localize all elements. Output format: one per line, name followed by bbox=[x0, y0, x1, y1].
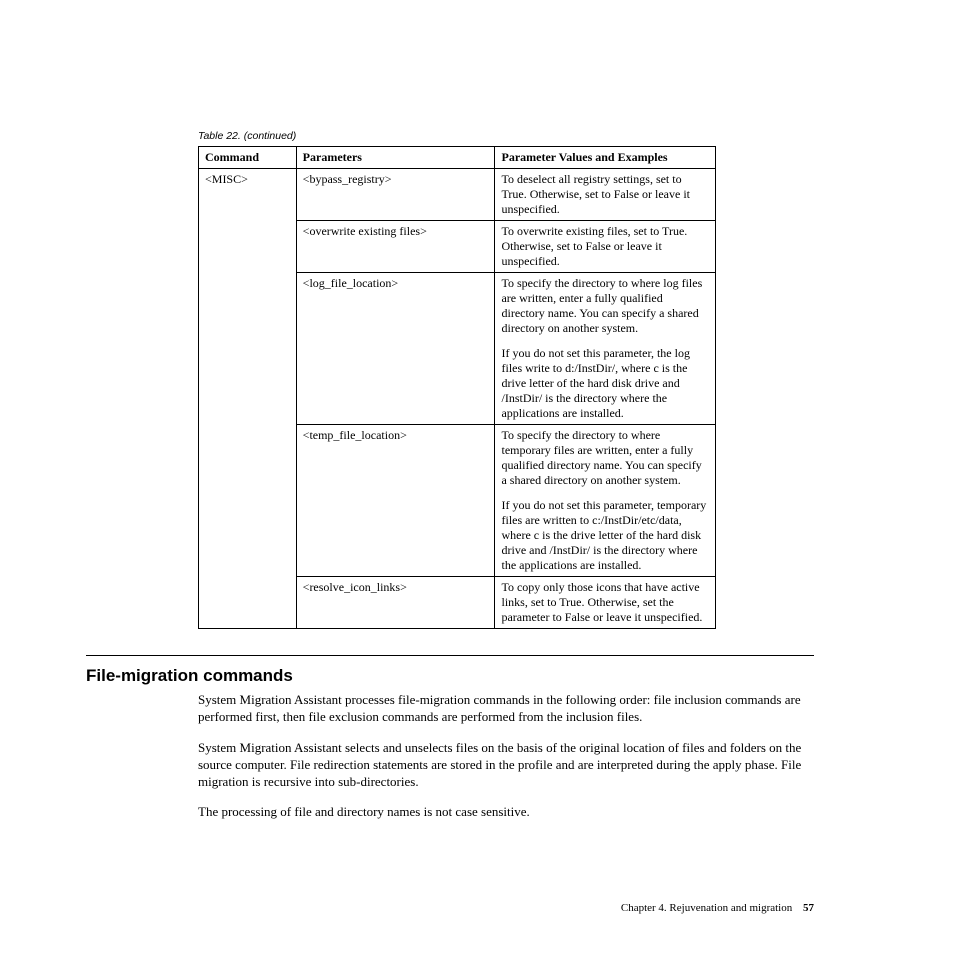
cell-param: <resolve_icon_links> bbox=[296, 577, 495, 629]
value-text: To overwrite existing files, set to True… bbox=[501, 224, 709, 269]
cell-param: <temp_file_location> bbox=[296, 425, 495, 577]
paragraph: System Migration Assistant processes fil… bbox=[198, 692, 814, 726]
cell-value: To overwrite existing files, set to True… bbox=[495, 221, 716, 273]
cell-command: <MISC> bbox=[199, 169, 297, 629]
cell-value: To specify the directory to where tempor… bbox=[495, 425, 716, 577]
section-heading: File-migration commands bbox=[86, 666, 814, 686]
value-text: To specify the directory to where tempor… bbox=[501, 428, 709, 488]
value-text: To deselect all registry settings, set t… bbox=[501, 172, 709, 217]
body-text: System Migration Assistant processes fil… bbox=[198, 692, 814, 821]
cell-value: To specify the directory to where log fi… bbox=[495, 273, 716, 425]
value-text: If you do not set this parameter, the lo… bbox=[501, 346, 709, 421]
header-command: Command bbox=[199, 147, 297, 169]
page-footer: Chapter 4. Rejuvenation and migration 57 bbox=[621, 902, 814, 914]
value-text: If you do not set this parameter, tempor… bbox=[501, 498, 709, 573]
value-text: To specify the directory to where log fi… bbox=[501, 276, 709, 336]
header-parameters: Parameters bbox=[296, 147, 495, 169]
paragraph: System Migration Assistant selects and u… bbox=[198, 740, 814, 791]
cell-value: To deselect all registry settings, set t… bbox=[495, 169, 716, 221]
cell-param: <bypass_registry> bbox=[296, 169, 495, 221]
table-row: <MISC> <bypass_registry> To deselect all… bbox=[199, 169, 716, 221]
table-header-row: Command Parameters Parameter Values and … bbox=[199, 147, 716, 169]
page: Table 22. (continued) Command Parameters… bbox=[0, 0, 954, 954]
cell-param: <log_file_location> bbox=[296, 273, 495, 425]
paragraph: The processing of file and directory nam… bbox=[198, 804, 814, 821]
footer-page-number: 57 bbox=[803, 902, 814, 914]
section-rule bbox=[86, 655, 814, 656]
table-caption: Table 22. (continued) bbox=[198, 130, 814, 142]
value-text: To copy only those icons that have activ… bbox=[501, 580, 709, 625]
header-values: Parameter Values and Examples bbox=[495, 147, 716, 169]
cell-value: To copy only those icons that have activ… bbox=[495, 577, 716, 629]
footer-chapter: Chapter 4. Rejuvenation and migration bbox=[621, 902, 792, 914]
cell-param: <overwrite existing files> bbox=[296, 221, 495, 273]
parameters-table: Command Parameters Parameter Values and … bbox=[198, 146, 716, 629]
